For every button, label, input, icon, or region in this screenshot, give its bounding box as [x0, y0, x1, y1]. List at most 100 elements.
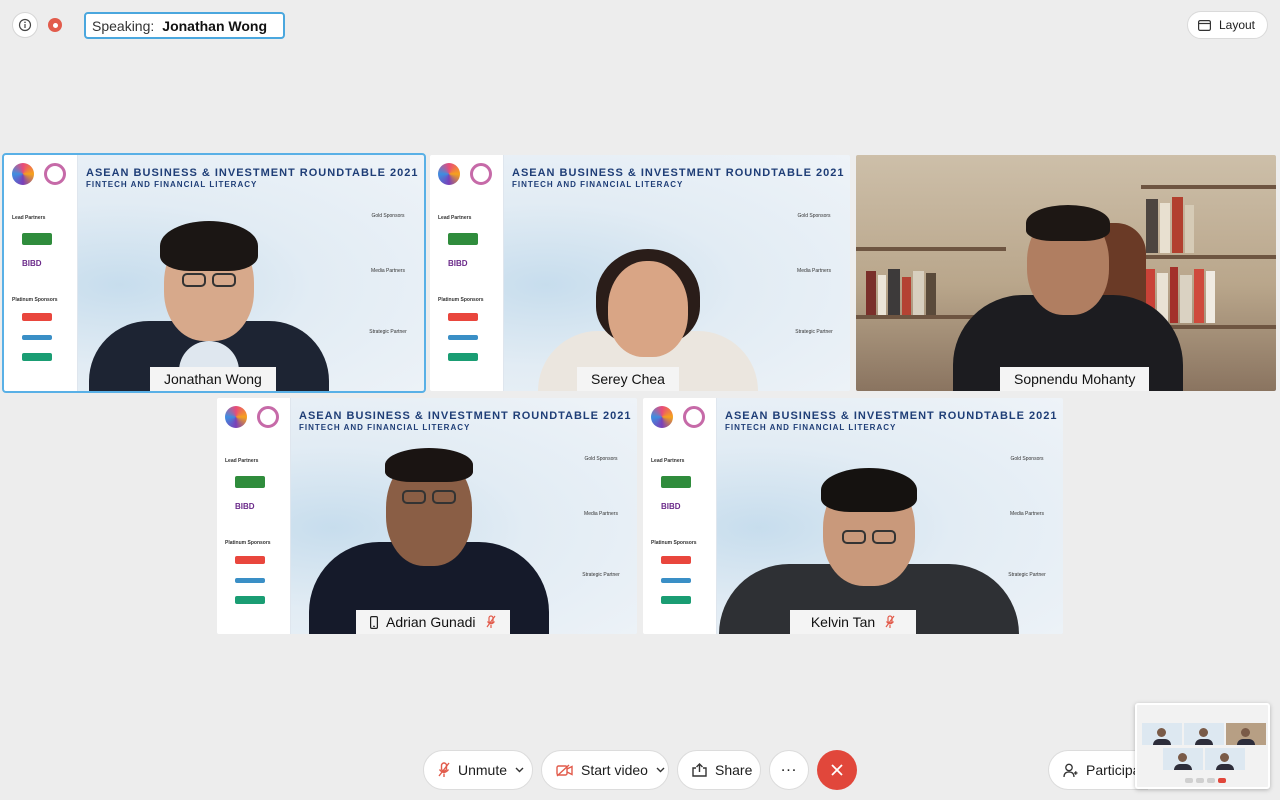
- video-tile-adrian-gunadi[interactable]: Lead Partners BIBD Platinum Sponsors ASE…: [217, 398, 637, 634]
- sponsor-logo: [22, 313, 52, 321]
- participant-name: Adrian Gunadi: [386, 614, 476, 630]
- meeting-controls: Unmute Start video Share ... Participa: [0, 748, 1280, 792]
- muted-mic-icon: [885, 615, 895, 628]
- meeting-minimap[interactable]: [1135, 703, 1270, 789]
- abac-logo: [257, 406, 279, 428]
- asean-logo: [651, 406, 673, 428]
- video-tile-sopnendu-mohanty[interactable]: Sopnendu Mohanty: [856, 155, 1276, 391]
- sponsor-logo: [448, 313, 478, 321]
- bibd-logo: BIBD: [22, 259, 42, 268]
- person-icon: [1063, 763, 1078, 777]
- participant-name: Sopnendu Mohanty: [1014, 371, 1136, 387]
- banner-title: ASEAN BUSINESS & INVESTMENT ROUNDTABLE 2…: [299, 410, 632, 422]
- platinum-sponsors-label: Platinum Sponsors: [438, 297, 484, 303]
- abac-logo: [44, 163, 66, 185]
- banner-subtitle: FINTECH AND FINANCIAL LITERACY: [725, 423, 897, 432]
- strategic-partner-label: Strategic Partner: [369, 329, 407, 335]
- banner-title: ASEAN BUSINESS & INVESTMENT ROUNDTABLE 2…: [512, 167, 845, 179]
- sponsor-column: Gold Sponsors Media Partners Strategic P…: [786, 211, 842, 338]
- name-tag: Jonathan Wong: [150, 367, 276, 391]
- sponsor-column: Gold Sponsors Media Partners Strategic P…: [573, 454, 629, 581]
- participant-name: Kelvin Tan: [810, 614, 876, 630]
- name-tag: Sopnendu Mohanty: [1000, 367, 1150, 391]
- recording-indicator[interactable]: [42, 12, 68, 38]
- strategic-partner-label: Strategic Partner: [795, 329, 833, 335]
- sponsor-logo: [661, 578, 691, 583]
- partner-logo: [661, 476, 691, 488]
- asean-logo: [438, 163, 460, 185]
- sponsor-logo: [235, 578, 265, 583]
- sponsor-logo: [661, 596, 691, 604]
- speaking-label: Speaking:: [92, 17, 155, 34]
- participant-video: [528, 201, 768, 391]
- more-icon: ...: [780, 758, 798, 775]
- bibd-logo: BIBD: [661, 502, 681, 511]
- name-tag: Serey Chea: [577, 367, 679, 391]
- layout-icon: [1197, 19, 1211, 31]
- info-button[interactable]: [12, 12, 38, 38]
- asean-logo: [225, 406, 247, 428]
- sponsor-logo: [22, 353, 52, 361]
- close-icon: [831, 764, 843, 776]
- start-video-label: Start video: [581, 762, 648, 778]
- participant-name: Jonathan Wong: [164, 371, 262, 387]
- lead-partners-label: Lead Partners: [12, 215, 46, 221]
- sponsor-logo: [22, 335, 52, 340]
- lead-partners-label: Lead Partners: [651, 458, 685, 464]
- banner-subtitle: FINTECH AND FINANCIAL LITERACY: [512, 180, 684, 189]
- muted-mic-icon: [438, 762, 450, 777]
- participant-video: [948, 181, 1188, 391]
- partner-logo: [448, 233, 478, 245]
- speaking-indicator: Speaking: Jonathan Wong: [84, 12, 286, 39]
- strategic-partner-label: Strategic Partner: [582, 572, 620, 578]
- platinum-sponsors-label: Platinum Sponsors: [651, 540, 697, 546]
- start-video-button[interactable]: Start video: [541, 750, 669, 790]
- participant-video: [719, 434, 1019, 634]
- share-button[interactable]: Share: [677, 750, 761, 790]
- sponsor-logo: [235, 556, 265, 564]
- gold-sponsors-label: Gold Sponsors: [371, 213, 405, 219]
- more-options-button[interactable]: ...: [769, 750, 809, 790]
- end-call-button[interactable]: [817, 750, 857, 790]
- unmute-button[interactable]: Unmute: [423, 750, 533, 790]
- partner-logo: [235, 476, 265, 488]
- media-partners-label: Media Partners: [797, 268, 831, 274]
- media-partners-label: Media Partners: [584, 511, 618, 517]
- name-tag: Kelvin Tan: [790, 610, 916, 634]
- partner-logo: [22, 233, 52, 245]
- chevron-down-icon[interactable]: [656, 767, 665, 773]
- gold-sponsors-label: Gold Sponsors: [584, 456, 618, 462]
- sponsor-logo: [661, 556, 691, 564]
- participants-button[interactable]: Participa: [1048, 750, 1148, 790]
- banner-title: ASEAN BUSINESS & INVESTMENT ROUNDTABLE 2…: [725, 410, 1058, 422]
- share-label: Share: [715, 762, 753, 778]
- sponsor-column: Gold Sponsors Media Partners Strategic P…: [360, 211, 416, 338]
- platinum-sponsors-label: Platinum Sponsors: [12, 297, 58, 303]
- layout-button[interactable]: Layout: [1186, 11, 1268, 39]
- video-tile-kelvin-tan[interactable]: Lead Partners BIBD Platinum Sponsors ASE…: [643, 398, 1063, 634]
- info-icon: [18, 18, 32, 32]
- abac-logo: [683, 406, 705, 428]
- abac-logo: [470, 163, 492, 185]
- bibd-logo: BIBD: [448, 259, 468, 268]
- video-tile-jonathan-wong[interactable]: Lead Partners BIBD Platinum Sponsors ASE…: [2, 153, 426, 393]
- participant-video: [304, 424, 554, 634]
- video-tile-serey-chea[interactable]: Lead Partners BIBD Platinum Sponsors ASE…: [430, 155, 850, 391]
- media-partners-label: Media Partners: [371, 268, 405, 274]
- unmute-label: Unmute: [458, 762, 508, 778]
- platinum-sponsors-label: Platinum Sponsors: [225, 540, 271, 546]
- muted-mic-icon: [486, 615, 496, 628]
- participant-video: [79, 191, 339, 391]
- banner-title: ASEAN BUSINESS & INVESTMENT ROUNDTABLE 2…: [86, 167, 419, 179]
- participant-name: Serey Chea: [591, 371, 665, 387]
- share-icon: [692, 763, 707, 777]
- lead-partners-label: Lead Partners: [225, 458, 259, 464]
- sponsor-logo: [448, 353, 478, 361]
- phone-icon: [370, 615, 378, 629]
- recording-icon: [48, 18, 62, 32]
- bibd-logo: BIBD: [235, 502, 255, 511]
- layout-label: Layout: [1218, 18, 1255, 32]
- banner-subtitle: FINTECH AND FINANCIAL LITERACY: [86, 180, 258, 189]
- lead-partners-label: Lead Partners: [438, 215, 472, 221]
- chevron-down-icon[interactable]: [515, 767, 524, 773]
